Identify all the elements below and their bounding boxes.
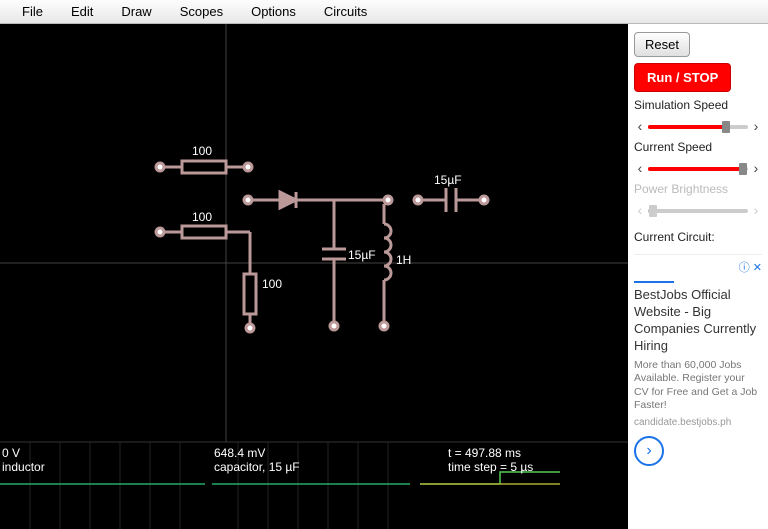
current-circuit-label: Current Circuit: xyxy=(634,230,762,244)
menu-scopes[interactable]: Scopes xyxy=(166,0,237,23)
power-brightness-slider[interactable]: ‹ › xyxy=(634,202,762,218)
circuit-canvas[interactable]: 100 100 100 15µF 15µF 1H 0 V inductor 64… xyxy=(0,24,628,529)
menu-options[interactable]: Options xyxy=(237,0,310,23)
menu-circuits[interactable]: Circuits xyxy=(310,0,381,23)
scope-mid-line1: 648.4 mV xyxy=(214,446,265,460)
power-brightness-label: Power Brightness xyxy=(634,182,762,196)
current-speed-label: Current Speed xyxy=(634,140,762,154)
ad-info-icon[interactable]: ⓘ ✕ xyxy=(634,259,762,275)
reset-button[interactable]: Reset xyxy=(634,32,690,57)
label-c1: 15µF xyxy=(348,248,376,262)
scope-left-line1: 0 V xyxy=(2,446,20,460)
label-r1: 100 xyxy=(192,144,212,158)
menu-draw[interactable]: Draw xyxy=(107,0,165,23)
chevron-right-icon[interactable]: › xyxy=(750,118,762,134)
label-l1: 1H xyxy=(396,253,411,267)
chevron-left-icon[interactable]: ‹ xyxy=(634,160,646,176)
scope-left-line2: inductor xyxy=(2,460,45,474)
sidebar: Reset Run / STOP Simulation Speed ‹ › Cu… xyxy=(628,24,768,529)
sim-speed-slider[interactable]: ‹ › xyxy=(634,118,762,134)
menu-edit[interactable]: Edit xyxy=(57,0,107,23)
chevron-left-icon[interactable]: ‹ xyxy=(634,202,646,218)
ad-body: More than 60,000 Jobs Available. Registe… xyxy=(634,359,762,414)
current-speed-slider[interactable]: ‹ › xyxy=(634,160,762,176)
chevron-right-icon[interactable]: › xyxy=(750,202,762,218)
sim-speed-label: Simulation Speed xyxy=(634,98,762,112)
ad-title[interactable]: BestJobs Official Website - Big Companie… xyxy=(634,287,762,355)
label-r2: 100 xyxy=(192,210,212,224)
run-stop-button[interactable]: Run / STOP xyxy=(634,63,731,92)
chevron-right-icon[interactable]: › xyxy=(750,160,762,176)
chevron-left-icon[interactable]: ‹ xyxy=(634,118,646,134)
scope-mid-line2: capacitor, 15 µF xyxy=(214,460,300,474)
ad-divider xyxy=(634,281,674,283)
scope-right-line1: t = 497.88 ms xyxy=(448,446,521,460)
ad-arrow-icon[interactable]: › xyxy=(634,436,664,466)
ad-block: ⓘ ✕ BestJobs Official Website - Big Comp… xyxy=(634,254,762,466)
label-c2: 15µF xyxy=(434,173,462,187)
scope-right-line2: time step = 5 µs xyxy=(448,460,533,474)
ad-url[interactable]: candidate.bestjobs.ph xyxy=(634,417,762,428)
menubar: File Edit Draw Scopes Options Circuits xyxy=(0,0,768,24)
menu-file[interactable]: File xyxy=(8,0,57,23)
label-r3: 100 xyxy=(262,277,282,291)
